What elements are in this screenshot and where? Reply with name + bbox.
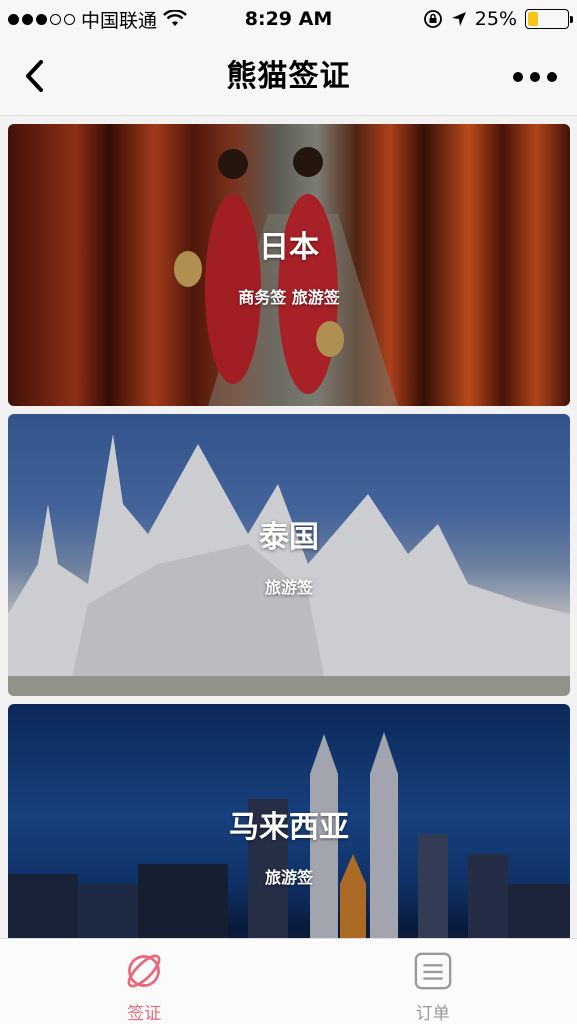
tab-label: 签证 bbox=[127, 1004, 162, 1024]
card-title: 泰国 bbox=[259, 520, 319, 555]
battery-level bbox=[528, 12, 538, 26]
tab-label: 订单 bbox=[415, 1004, 450, 1024]
navigation-bar: 熊猫签证 bbox=[0, 38, 577, 116]
status-bar: 中国联通 8:29 AM 25% bbox=[0, 0, 577, 38]
tab-orders[interactable]: 订单 bbox=[289, 939, 577, 1024]
card-subtitle: 商务签 旅游签 bbox=[238, 288, 340, 307]
visa-country-list: 日本 商务签 旅游签 泰国 旅游签 马来西亚 旅游签 bbox=[0, 116, 577, 938]
battery-icon bbox=[525, 9, 573, 29]
card-subtitle: 旅游签 bbox=[264, 578, 313, 597]
tab-visa[interactable]: 签证 bbox=[0, 939, 289, 1024]
rotation-lock-icon bbox=[423, 10, 442, 28]
card-subtitle: 旅游签 bbox=[264, 868, 313, 887]
status-right: 25% bbox=[423, 0, 573, 38]
bottom-tab-bar: 签证 订单 bbox=[0, 938, 577, 1024]
list-icon bbox=[414, 952, 452, 990]
card-title: 马来西亚 bbox=[229, 810, 349, 845]
country-card-thailand[interactable]: 泰国 旅游签 bbox=[8, 414, 570, 696]
location-arrow-icon bbox=[451, 12, 466, 26]
more-button[interactable] bbox=[513, 64, 557, 90]
country-card-malaysia[interactable]: 马来西亚 旅游签 bbox=[8, 704, 570, 938]
planet-icon bbox=[127, 954, 161, 988]
country-card-japan[interactable]: 日本 商务签 旅游签 bbox=[8, 124, 570, 406]
battery-percent: 25% bbox=[474, 8, 517, 30]
page-title: 熊猫签证 bbox=[226, 59, 351, 94]
more-dots-icon bbox=[513, 72, 523, 82]
card-title: 日本 bbox=[259, 230, 319, 265]
